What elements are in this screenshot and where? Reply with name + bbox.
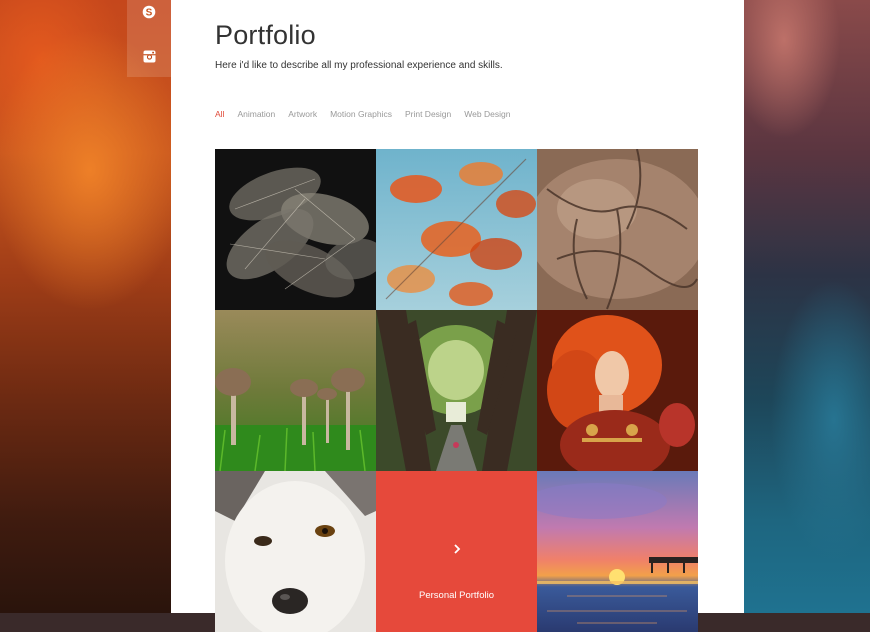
social-bar: S [127, 0, 171, 77]
portfolio-grid: Personal Portfolio [215, 149, 699, 632]
background-left [0, 0, 171, 613]
content-panel: Portfolio Here i'd like to describe all … [171, 0, 744, 632]
portfolio-item-autumn-leaves[interactable] [376, 149, 537, 310]
husky-image [215, 471, 376, 632]
mushrooms-image [215, 310, 376, 471]
skype-icon: S [142, 5, 156, 19]
instagram-icon [143, 50, 156, 63]
sunset-image [537, 471, 698, 632]
portfolio-item-husky[interactable] [215, 471, 376, 632]
filter-all[interactable]: All [215, 109, 224, 119]
portfolio-filters: All Animation Artwork Motion Graphics Pr… [215, 109, 523, 119]
portfolio-item-sunset[interactable] [537, 471, 698, 632]
filter-print-design[interactable]: Print Design [405, 109, 451, 119]
portfolio-item-mushrooms[interactable] [215, 310, 376, 471]
skeleton-leaves-image [215, 149, 376, 310]
background-right [744, 0, 870, 613]
filter-web-design[interactable]: Web Design [464, 109, 510, 119]
skype-link[interactable]: S [127, 0, 171, 31]
portfolio-item-red-haired-woman[interactable] [537, 310, 698, 471]
chevron-right-icon[interactable] [376, 541, 537, 557]
tree-tunnel-image [376, 310, 537, 471]
page-subtitle: Here i'd like to describe all my profess… [215, 60, 503, 71]
portfolio-item-hover-overlay[interactable]: Personal Portfolio [376, 471, 537, 632]
portfolio-item-label: Personal Portfolio [419, 590, 494, 601]
svg-text:S: S [146, 8, 153, 19]
page-title: Portfolio [215, 20, 316, 50]
filter-motion-graphics[interactable]: Motion Graphics [330, 109, 392, 119]
portfolio-item-tree-bark[interactable] [537, 149, 698, 310]
filter-animation[interactable]: Animation [237, 109, 275, 119]
filter-artwork[interactable]: Artwork [288, 109, 317, 119]
red-haired-woman-image [537, 310, 698, 471]
autumn-leaves-image [376, 149, 537, 310]
tree-bark-image [537, 149, 698, 310]
portfolio-item-tree-tunnel[interactable] [376, 310, 537, 471]
instagram-link[interactable] [127, 37, 171, 75]
portfolio-item-skeleton-leaves[interactable] [215, 149, 376, 310]
